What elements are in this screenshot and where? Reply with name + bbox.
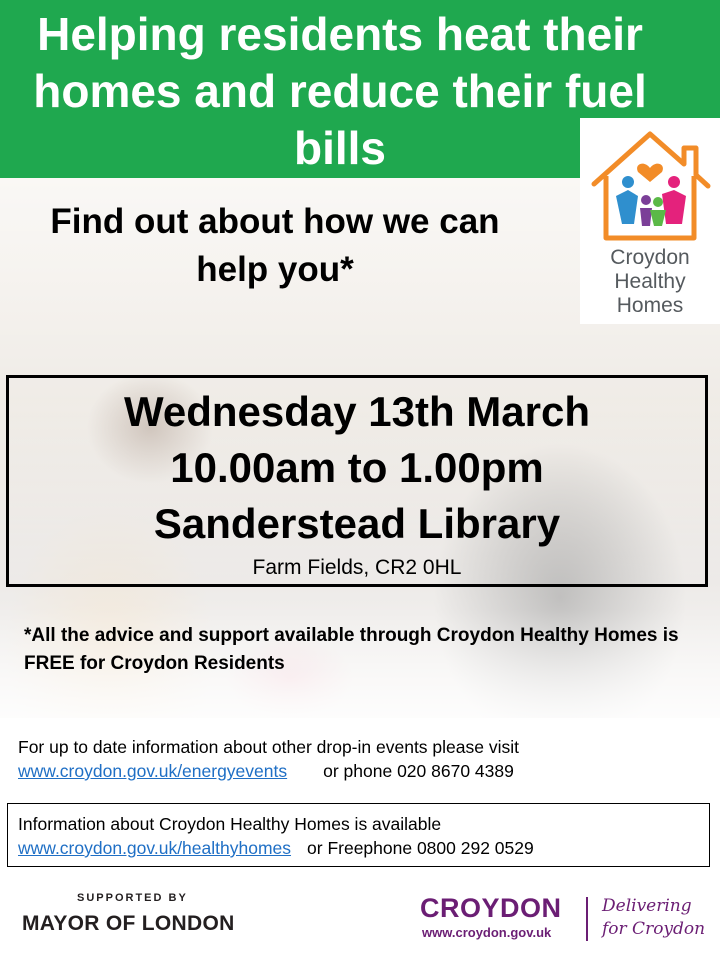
croydon-wordmark: CROYDON: [420, 893, 562, 923]
events-phone: or phone 020 8670 4389: [323, 761, 514, 781]
event-venue: Sanderstead Library: [153, 500, 561, 547]
mayor-of-london-logo: SUPPORTED BY MAYOR OF LONDON: [22, 892, 262, 936]
subheading: Find out about how we can help you*: [50, 202, 500, 289]
croydon-healthy-homes-logo: Croydon Healthy Homes: [580, 118, 720, 324]
croydon-tagline: Delivering for Croydon: [602, 895, 705, 941]
healthy-homes-link[interactable]: www.croydon.gov.uk/healthyhomes: [18, 838, 291, 858]
events-info: For up to date information about other d…: [18, 735, 708, 783]
croydon-url: www.croydon.gov.uk: [422, 925, 552, 940]
logo-line-1: Croydon: [610, 246, 690, 269]
mayor-of-london-label: MAYOR OF LONDON: [22, 912, 235, 935]
headline: Helping residents heat their homes and r…: [33, 8, 647, 174]
logo-line-3: Homes: [616, 294, 684, 317]
croydon-council-logo: CROYDON www.croydon.gov.uk Delivering fo…: [420, 893, 720, 953]
free-advice-note: *All the advice and support available th…: [24, 625, 679, 674]
logo-divider: [586, 897, 588, 941]
event-date: Wednesday 13th March: [123, 388, 591, 435]
event-address: Farm Fields, CR2 0HL: [252, 556, 462, 579]
logo-line-2: Healthy: [614, 270, 686, 293]
tagline-line-2: for Croydon: [602, 919, 706, 939]
energy-events-link[interactable]: www.croydon.gov.uk/energyevents: [18, 761, 287, 781]
healthy-homes-info-text: Information about Croydon Healthy Homes …: [18, 814, 442, 834]
event-time: 10.00am to 1.00pm: [170, 444, 544, 491]
healthy-homes-info-box: Information about Croydon Healthy Homes …: [7, 803, 710, 867]
event-details-box: Wednesday 13th March 10.00am to 1.00pm S…: [6, 375, 708, 587]
tagline-line-1: Delivering: [602, 896, 692, 916]
events-info-text: For up to date information about other d…: [18, 737, 519, 757]
house-family-icon: [591, 131, 711, 241]
logo-text: Croydon Healthy Homes: [580, 246, 720, 318]
freephone-number: or Freephone 0800 292 0529: [307, 838, 534, 858]
supported-by-label: SUPPORTED BY: [77, 892, 188, 904]
